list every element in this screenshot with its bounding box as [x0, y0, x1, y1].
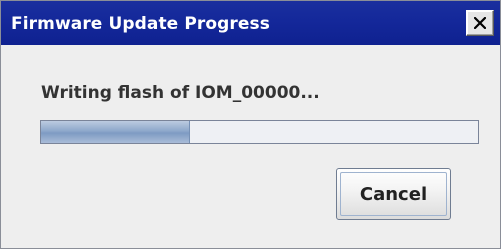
window-title: Firmware Update Progress — [11, 14, 270, 34]
status-message: Writing flash of IOM_00000... — [41, 83, 320, 103]
firmware-update-dialog: Firmware Update Progress Writing flash o… — [0, 0, 501, 249]
cancel-button[interactable]: Cancel — [336, 168, 451, 220]
cancel-button-label: Cancel — [359, 183, 428, 205]
progress-bar-fill — [41, 121, 190, 143]
close-button[interactable] — [466, 10, 494, 36]
progress-bar — [40, 120, 479, 144]
close-icon — [474, 17, 486, 29]
title-bar[interactable]: Firmware Update Progress — [1, 1, 500, 45]
